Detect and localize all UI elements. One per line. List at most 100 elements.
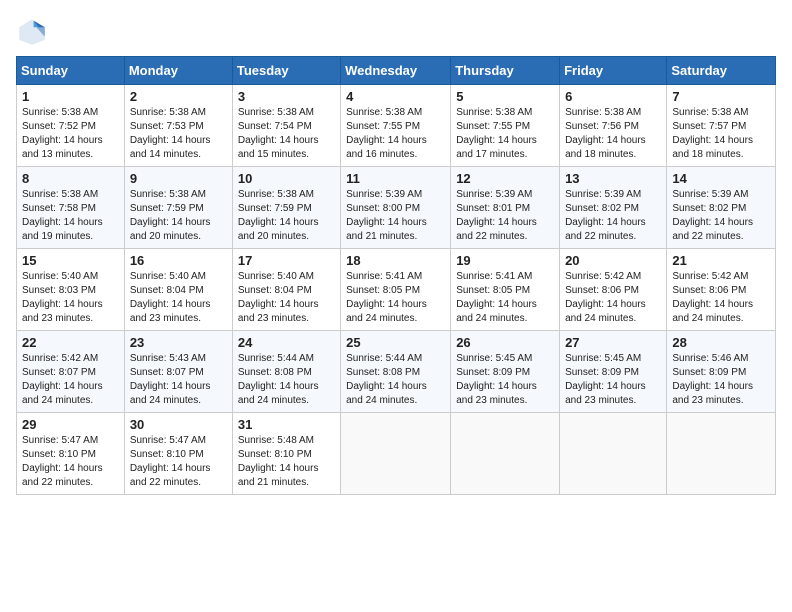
page-header xyxy=(16,16,776,48)
day-info: Sunrise: 5:38 AMSunset: 7:59 PMDaylight:… xyxy=(238,188,335,244)
calendar-cell: 22 Sunrise: 5:42 AMSunset: 8:07 PMDayligh… xyxy=(17,331,125,413)
calendar-header-row: SundayMondayTuesdayWednesdayThursdayFrid… xyxy=(17,57,776,85)
day-number: 8 xyxy=(22,171,119,186)
day-info: Sunrise: 5:40 AMSunset: 8:03 PMDaylight:… xyxy=(22,270,119,326)
calendar-cell: 16 Sunrise: 5:40 AMSunset: 8:04 PMDayligh… xyxy=(124,249,232,331)
day-info: Sunrise: 5:46 AMSunset: 8:09 PMDaylight:… xyxy=(672,352,770,408)
day-number: 18 xyxy=(346,253,445,268)
calendar-cell xyxy=(451,413,560,495)
calendar-cell: 28 Sunrise: 5:46 AMSunset: 8:09 PMDayligh… xyxy=(667,331,776,413)
weekday-header-tuesday: Tuesday xyxy=(232,57,340,85)
day-number: 12 xyxy=(456,171,554,186)
calendar-cell: 4 Sunrise: 5:38 AMSunset: 7:55 PMDaylight… xyxy=(341,85,451,167)
day-number: 28 xyxy=(672,335,770,350)
logo xyxy=(16,16,52,48)
day-info: Sunrise: 5:39 AMSunset: 8:02 PMDaylight:… xyxy=(565,188,661,244)
calendar-cell: 5 Sunrise: 5:38 AMSunset: 7:55 PMDaylight… xyxy=(451,85,560,167)
day-number: 30 xyxy=(130,417,227,432)
calendar-cell: 25 Sunrise: 5:44 AMSunset: 8:08 PMDayligh… xyxy=(341,331,451,413)
day-number: 17 xyxy=(238,253,335,268)
calendar-cell xyxy=(667,413,776,495)
day-info: Sunrise: 5:39 AMSunset: 8:01 PMDaylight:… xyxy=(456,188,554,244)
calendar-cell: 2 Sunrise: 5:38 AMSunset: 7:53 PMDaylight… xyxy=(124,85,232,167)
day-number: 9 xyxy=(130,171,227,186)
calendar-cell: 14Sunrise: 5:39 AMSunset: 8:02 PMDayligh… xyxy=(667,167,776,249)
day-info: Sunrise: 5:45 AMSunset: 8:09 PMDaylight:… xyxy=(456,352,554,408)
weekday-header-monday: Monday xyxy=(124,57,232,85)
day-number: 5 xyxy=(456,89,554,104)
day-number: 1 xyxy=(22,89,119,104)
day-info: Sunrise: 5:45 AMSunset: 8:09 PMDaylight:… xyxy=(565,352,661,408)
calendar-cell: 15 Sunrise: 5:40 AMSunset: 8:03 PMDayligh… xyxy=(17,249,125,331)
calendar-week-row: 29 Sunrise: 5:47 AMSunset: 8:10 PMDayligh… xyxy=(17,413,776,495)
day-info: Sunrise: 5:40 AMSunset: 8:04 PMDaylight:… xyxy=(130,270,227,326)
calendar-week-row: 22 Sunrise: 5:42 AMSunset: 8:07 PMDayligh… xyxy=(17,331,776,413)
day-info: Sunrise: 5:39 AMSunset: 8:00 PMDaylight:… xyxy=(346,188,445,244)
day-number: 10 xyxy=(238,171,335,186)
day-info: Sunrise: 5:38 AMSunset: 7:55 PMDaylight:… xyxy=(456,106,554,162)
weekday-header-thursday: Thursday xyxy=(451,57,560,85)
day-info: Sunrise: 5:39 AMSunset: 8:02 PMDaylight:… xyxy=(672,188,770,244)
weekday-header-wednesday: Wednesday xyxy=(341,57,451,85)
day-number: 27 xyxy=(565,335,661,350)
day-info: Sunrise: 5:44 AMSunset: 8:08 PMDaylight:… xyxy=(238,352,335,408)
day-number: 21 xyxy=(672,253,770,268)
day-number: 11 xyxy=(346,171,445,186)
day-info: Sunrise: 5:38 AMSunset: 7:52 PMDaylight:… xyxy=(22,106,119,162)
calendar-week-row: 8 Sunrise: 5:38 AMSunset: 7:58 PMDaylight… xyxy=(17,167,776,249)
calendar-cell: 31 Sunrise: 5:48 AMSunset: 8:10 PMDayligh… xyxy=(232,413,340,495)
calendar-cell: 29 Sunrise: 5:47 AMSunset: 8:10 PMDayligh… xyxy=(17,413,125,495)
day-number: 19 xyxy=(456,253,554,268)
calendar-cell: 7 Sunrise: 5:38 AMSunset: 7:57 PMDaylight… xyxy=(667,85,776,167)
day-info: Sunrise: 5:42 AMSunset: 8:07 PMDaylight:… xyxy=(22,352,119,408)
day-info: Sunrise: 5:47 AMSunset: 8:10 PMDaylight:… xyxy=(130,434,227,490)
day-info: Sunrise: 5:42 AMSunset: 8:06 PMDaylight:… xyxy=(565,270,661,326)
day-number: 22 xyxy=(22,335,119,350)
calendar-week-row: 15 Sunrise: 5:40 AMSunset: 8:03 PMDayligh… xyxy=(17,249,776,331)
day-number: 24 xyxy=(238,335,335,350)
day-info: Sunrise: 5:38 AMSunset: 7:55 PMDaylight:… xyxy=(346,106,445,162)
day-info: Sunrise: 5:38 AMSunset: 7:57 PMDaylight:… xyxy=(672,106,770,162)
logo-icon xyxy=(16,16,48,48)
day-info: Sunrise: 5:48 AMSunset: 8:10 PMDaylight:… xyxy=(238,434,335,490)
weekday-header-saturday: Saturday xyxy=(667,57,776,85)
day-number: 20 xyxy=(565,253,661,268)
day-number: 4 xyxy=(346,89,445,104)
day-info: Sunrise: 5:38 AMSunset: 7:54 PMDaylight:… xyxy=(238,106,335,162)
day-info: Sunrise: 5:41 AMSunset: 8:05 PMDaylight:… xyxy=(456,270,554,326)
calendar-cell: 1 Sunrise: 5:38 AMSunset: 7:52 PMDaylight… xyxy=(17,85,125,167)
calendar-cell: 23Sunrise: 5:43 AMSunset: 8:07 PMDayligh… xyxy=(124,331,232,413)
calendar-cell: 30 Sunrise: 5:47 AMSunset: 8:10 PMDayligh… xyxy=(124,413,232,495)
day-number: 7 xyxy=(672,89,770,104)
calendar-cell: 20 Sunrise: 5:42 AMSunset: 8:06 PMDayligh… xyxy=(560,249,667,331)
calendar-cell: 10 Sunrise: 5:38 AMSunset: 7:59 PMDayligh… xyxy=(232,167,340,249)
day-info: Sunrise: 5:44 AMSunset: 8:08 PMDaylight:… xyxy=(346,352,445,408)
day-info: Sunrise: 5:42 AMSunset: 8:06 PMDaylight:… xyxy=(672,270,770,326)
day-info: Sunrise: 5:38 AMSunset: 7:56 PMDaylight:… xyxy=(565,106,661,162)
day-number: 6 xyxy=(565,89,661,104)
day-number: 31 xyxy=(238,417,335,432)
calendar-cell xyxy=(341,413,451,495)
day-number: 23 xyxy=(130,335,227,350)
day-info: Sunrise: 5:38 AMSunset: 7:53 PMDaylight:… xyxy=(130,106,227,162)
calendar-cell: 21 Sunrise: 5:42 AMSunset: 8:06 PMDayligh… xyxy=(667,249,776,331)
calendar-cell: 3Sunrise: 5:38 AMSunset: 7:54 PMDaylight… xyxy=(232,85,340,167)
day-number: 2 xyxy=(130,89,227,104)
calendar-cell: 17 Sunrise: 5:40 AMSunset: 8:04 PMDayligh… xyxy=(232,249,340,331)
day-info: Sunrise: 5:47 AMSunset: 8:10 PMDaylight:… xyxy=(22,434,119,490)
day-number: 29 xyxy=(22,417,119,432)
calendar-cell: 8 Sunrise: 5:38 AMSunset: 7:58 PMDaylight… xyxy=(17,167,125,249)
day-number: 15 xyxy=(22,253,119,268)
calendar-cell: 6 Sunrise: 5:38 AMSunset: 7:56 PMDaylight… xyxy=(560,85,667,167)
day-info: Sunrise: 5:41 AMSunset: 8:05 PMDaylight:… xyxy=(346,270,445,326)
day-number: 25 xyxy=(346,335,445,350)
day-info: Sunrise: 5:38 AMSunset: 7:58 PMDaylight:… xyxy=(22,188,119,244)
day-number: 16 xyxy=(130,253,227,268)
day-number: 13 xyxy=(565,171,661,186)
calendar-cell xyxy=(560,413,667,495)
calendar-cell: 27 Sunrise: 5:45 AMSunset: 8:09 PMDayligh… xyxy=(560,331,667,413)
weekday-header-friday: Friday xyxy=(560,57,667,85)
calendar-table: SundayMondayTuesdayWednesdayThursdayFrid… xyxy=(16,56,776,495)
day-info: Sunrise: 5:40 AMSunset: 8:04 PMDaylight:… xyxy=(238,270,335,326)
weekday-header-sunday: Sunday xyxy=(17,57,125,85)
